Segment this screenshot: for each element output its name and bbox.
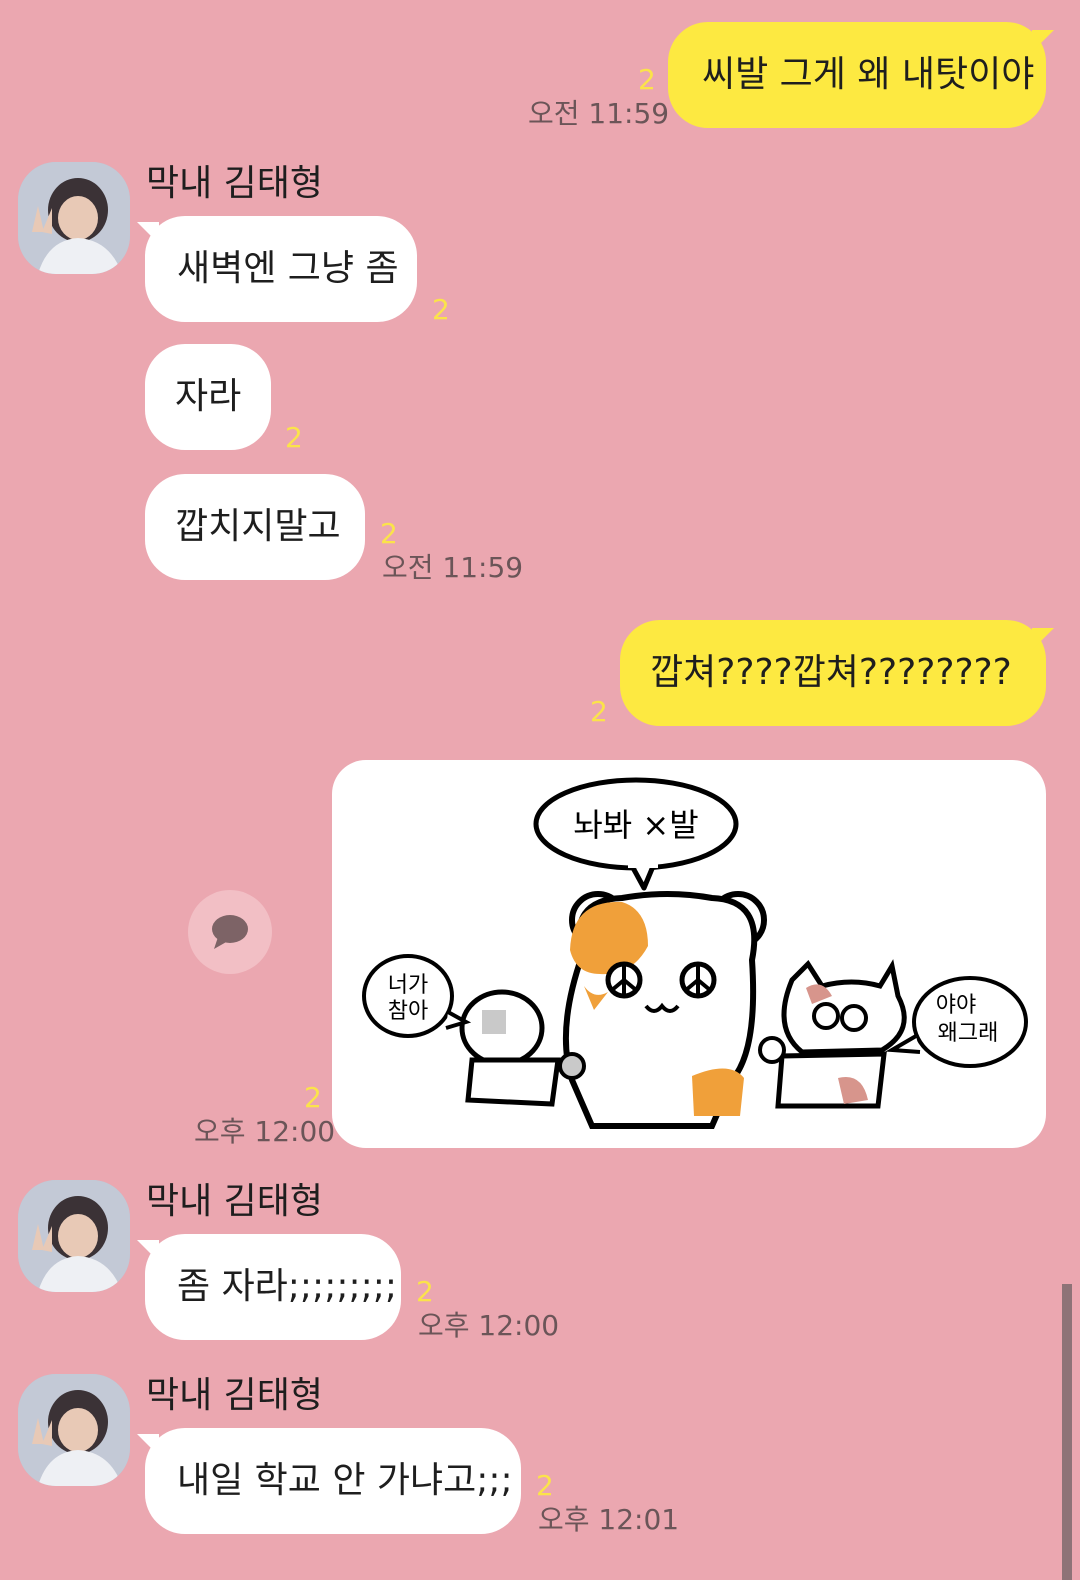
sticker-text-right-1: 야야 [936,993,976,1018]
sticker-text-top: 놔봐 ×발 [573,806,698,844]
speech-bubble-icon [212,915,248,949]
message-time: 오후 12:01 [538,1503,680,1536]
avatar-photo-icon [18,1374,130,1486]
sender-name: 막내 김태형 [146,1375,324,1416]
sender-name: 막내 김태형 [146,163,324,204]
message-text: 좀 자라;;;;;;;;; [177,1266,397,1307]
unread-count: 2 [416,1275,434,1308]
avatar-photo-icon [18,162,130,274]
message-time: 오전 11:59 [528,97,670,130]
bubble-tail [137,222,159,244]
reply-button[interactable] [188,890,272,974]
sticker-message[interactable]: 너가 참아 야야 왜그래 놔봐 ×발 [332,760,1046,1148]
bubble-tail [137,1240,159,1262]
bubble-tail [137,1434,159,1456]
sticker-text-left-1: 너가 [388,973,428,998]
bubble-tail [1032,30,1054,52]
unread-count: 2 [638,63,656,96]
unread-count: 2 [304,1081,322,1114]
sticker-text-right-2: 왜그래 [938,1021,999,1046]
their-message-bubble[interactable]: 자라 [145,344,271,450]
unread-count: 2 [285,421,303,454]
message-text: 자라 [175,376,242,417]
message-text: 내일 학교 안 가냐고;;; [177,1460,513,1501]
message-text: 깝치지말고 [175,506,341,547]
sticker-text-left-2: 참아 [388,999,428,1024]
profile-avatar[interactable] [18,162,130,274]
avatar-photo-icon [18,1180,130,1292]
scrollbar[interactable] [1062,1284,1072,1580]
their-message-bubble[interactable]: 좀 자라;;;;;;;;; [145,1234,401,1340]
unread-count: 2 [432,293,450,326]
message-text: 씨발 그게 왜 내탓이야 [702,54,1035,95]
sender-name: 막내 김태형 [146,1181,324,1222]
profile-avatar[interactable] [18,1374,130,1486]
unread-count: 2 [380,517,398,550]
my-message-bubble[interactable]: 깝쳐????깝쳐???????? [620,620,1046,726]
unread-count: 2 [590,695,608,728]
message-time: 오후 12:00 [194,1115,336,1148]
message-text: 깝쳐????깝쳐???????? [650,652,1012,693]
profile-avatar[interactable] [18,1180,130,1292]
unread-count: 2 [536,1469,554,1502]
message-text: 새벽엔 그냥 좀 [177,248,399,289]
their-message-bubble[interactable]: 내일 학교 안 가냐고;;; [145,1428,521,1534]
bubble-tail [1032,628,1054,650]
message-time: 오후 12:00 [418,1309,560,1342]
hamster-sticker-image: 너가 참아 야야 왜그래 놔봐 ×발 [362,777,1028,1129]
their-message-bubble[interactable]: 깝치지말고 [145,474,365,580]
their-message-bubble[interactable]: 새벽엔 그냥 좀 [145,216,417,322]
my-message-bubble[interactable]: 씨발 그게 왜 내탓이야 [668,22,1046,128]
message-time: 오전 11:59 [382,551,524,584]
